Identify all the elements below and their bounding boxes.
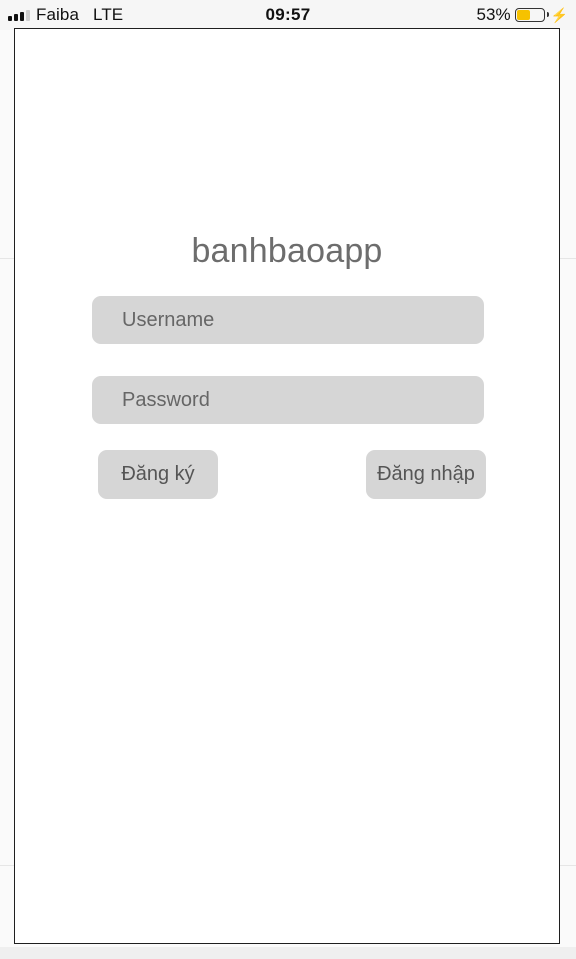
- username-input[interactable]: [92, 296, 484, 344]
- battery-icon: [514, 8, 549, 22]
- app-title: banhbaoapp: [191, 232, 383, 270]
- register-button[interactable]: Đăng ký: [98, 450, 218, 499]
- battery-fill: [516, 10, 530, 20]
- bolt-icon: ⚡: [550, 7, 568, 23]
- password-input[interactable]: [92, 376, 484, 424]
- bottom-strip: [0, 947, 576, 959]
- app-window: banhbaoapp Đăng ký Đăng nhập: [14, 28, 560, 944]
- battery-percent: 53%: [476, 5, 511, 24]
- status-right: 53% ⚡: [477, 5, 568, 25]
- login-button[interactable]: Đăng nhập: [366, 450, 486, 499]
- status-bar: Faiba LTE 09:57 53% ⚡: [0, 0, 576, 30]
